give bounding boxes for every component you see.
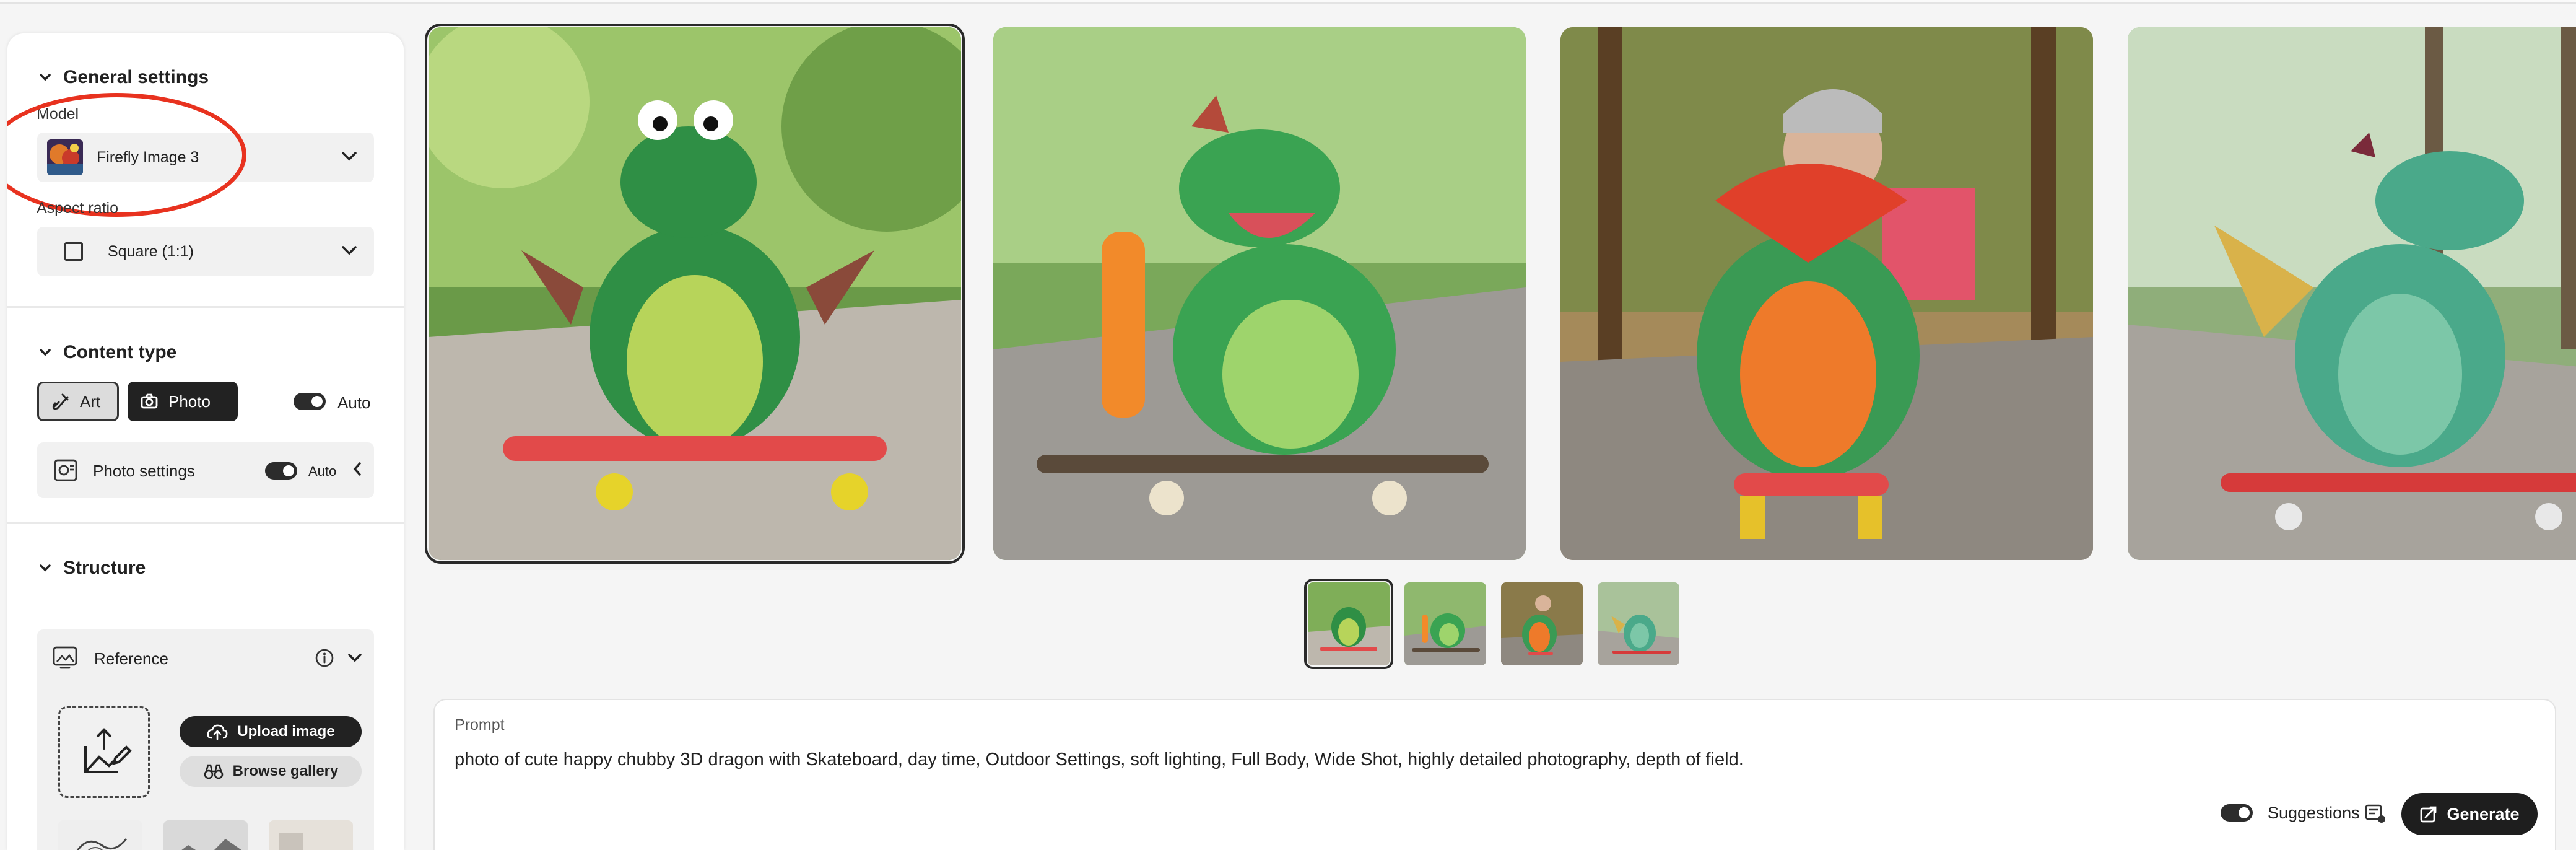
model-thumbnail — [47, 139, 83, 175]
dragon-image — [2128, 27, 2576, 560]
content-type-auto-label: Auto — [337, 393, 371, 412]
dragon-image — [429, 27, 961, 560]
content-type-header[interactable]: Content type — [38, 342, 176, 363]
model-thumbnail-image — [47, 139, 83, 175]
upload-image-label: Upload image — [237, 723, 335, 740]
photo-settings-label: Photo settings — [93, 462, 195, 480]
photo-settings-auto-label: Auto — [308, 463, 337, 479]
photo-settings-icon — [54, 459, 77, 481]
chevron-down-icon — [342, 152, 357, 161]
thumbnail-image — [1404, 582, 1486, 665]
chevron-down-icon[interactable] — [347, 652, 363, 664]
browse-gallery-button[interactable]: Browse gallery — [180, 756, 362, 787]
chevron-left-icon[interactable] — [352, 461, 363, 477]
dragon-image — [993, 27, 1526, 560]
suggestions-label: Suggestions — [2268, 804, 2360, 822]
thumbnail-2[interactable] — [1404, 582, 1486, 665]
reference-thumbnail-room[interactable] — [269, 820, 353, 850]
generate-icon — [2421, 806, 2437, 823]
camera-icon — [141, 393, 158, 409]
thumbnail-3[interactable] — [1501, 582, 1583, 665]
info-icon[interactable] — [315, 648, 334, 668]
upload-cloud-icon — [207, 724, 228, 740]
reference-thumbnail-image — [58, 820, 142, 850]
prompt-input[interactable]: photo of cute happy chubby 3D dragon wit… — [455, 750, 1744, 770]
reference-thumbnail-image — [269, 820, 353, 850]
reference-label: Reference — [94, 649, 168, 668]
structure-header[interactable]: Structure — [38, 558, 146, 579]
general-settings-title: General settings — [63, 67, 209, 87]
thumbnail-image — [1308, 582, 1390, 665]
general-settings-header[interactable]: General settings — [38, 67, 209, 88]
generated-image-3[interactable] — [1560, 27, 2093, 560]
aspect-ratio-label: Aspect ratio — [37, 199, 119, 217]
section-divider — [7, 306, 404, 308]
dragon-image — [1560, 27, 2093, 560]
thumbnail-image — [1598, 582, 1679, 665]
model-value: Firefly Image 3 — [97, 148, 199, 166]
square-icon — [64, 242, 83, 261]
reference-thumbnail-image — [163, 820, 248, 850]
structure-title: Structure — [63, 558, 146, 578]
settings-panel: General settings Model Firefly Image 3 A… — [7, 33, 404, 850]
photo-label: Photo — [168, 392, 211, 411]
art-brush-icon — [52, 393, 69, 410]
reference-thumbnail-sketch[interactable] — [58, 820, 142, 850]
top-border — [0, 0, 2576, 4]
thumbnail-4[interactable] — [1598, 582, 1679, 665]
image-upload-icon — [84, 728, 132, 773]
thumbnail-1[interactable] — [1304, 579, 1393, 669]
image-upload-dropzone[interactable] — [58, 706, 150, 798]
content-type-auto-toggle[interactable] — [294, 393, 326, 410]
suggestions-icon[interactable] — [2364, 803, 2387, 824]
generated-image-4[interactable] — [2128, 27, 2576, 560]
photo-settings-row[interactable]: Photo settings Auto — [37, 442, 374, 498]
generate-button[interactable]: Generate — [2401, 793, 2538, 835]
section-divider — [7, 522, 404, 524]
reference-icon — [53, 646, 77, 669]
art-label: Art — [80, 392, 101, 411]
binoculars-icon — [204, 764, 223, 779]
generate-label: Generate — [2447, 804, 2520, 823]
chevron-down-icon — [40, 74, 51, 81]
chevron-down-icon — [342, 246, 357, 255]
reference-thumbnail-landscape[interactable] — [163, 820, 248, 850]
generated-image-2[interactable] — [993, 27, 1526, 560]
photo-settings-toggle[interactable] — [265, 462, 297, 480]
chevron-down-icon — [40, 349, 51, 356]
model-select[interactable]: Firefly Image 3 — [37, 133, 374, 182]
upload-image-button[interactable]: Upload image — [180, 716, 362, 747]
thumbnail-image — [1501, 582, 1583, 665]
prompt-label: Prompt — [455, 716, 505, 734]
browse-gallery-label: Browse gallery — [232, 763, 339, 779]
aspect-ratio-select[interactable]: Square (1:1) — [37, 227, 374, 276]
generated-image-1[interactable] — [425, 24, 965, 564]
model-label: Model — [37, 105, 79, 123]
photo-button[interactable]: Photo — [128, 382, 238, 421]
content-type-title: Content type — [63, 342, 177, 362]
aspect-ratio-value: Square (1:1) — [108, 242, 194, 260]
chevron-down-icon — [40, 564, 51, 572]
art-button[interactable]: Art — [37, 382, 119, 421]
suggestions-toggle[interactable] — [2221, 804, 2253, 822]
prompt-box[interactable]: Prompt photo of cute happy chubby 3D dra… — [433, 699, 2556, 850]
